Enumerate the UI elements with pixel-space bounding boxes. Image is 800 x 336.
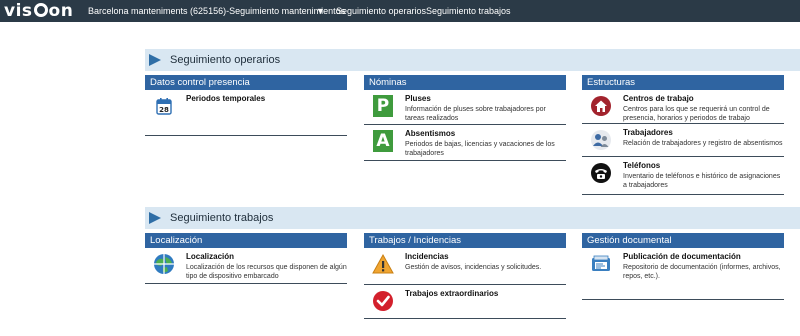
context-selector[interactable]: Barcelona manteniments (625156)-Seguimie… (88, 0, 345, 22)
column-header: Nóminas (364, 75, 566, 90)
column-header: Trabajos / Incidencias (364, 233, 566, 248)
section-header-trabajos: Seguimiento trabajos (145, 207, 800, 229)
item-description: Inventario de teléfonos e histórico de a… (623, 173, 781, 189)
column-datos-control-presencia: Datos control presencia 28 Periodos temp… (145, 75, 347, 136)
item-title: Trabajadores (623, 128, 673, 137)
item-title: Periodos temporales (186, 94, 266, 103)
menu-item-periodos-temporales[interactable]: 28 Periodos temporales (145, 90, 347, 136)
top-navigation-bar: vis on Barcelona manteniments (625156)-Se… (0, 0, 800, 22)
item-description: Gestión de avisos, incidencias y solicit… (405, 264, 542, 271)
checkmark-icon (372, 290, 394, 312)
menu-item-pluses[interactable]: P Pluses Información de pluses sobre tra… (364, 90, 566, 125)
column-header: Estructuras (582, 75, 784, 90)
nav-seguimiento-trabajos[interactable]: Seguimiento trabajos (426, 0, 511, 22)
logo-text: vis on (4, 1, 74, 21)
menu-item-telefonos[interactable]: Teléfonos Inventario de teléfonos e hist… (582, 157, 784, 195)
telephone-icon (590, 162, 612, 184)
globe-icon (153, 253, 175, 275)
item-description: Repositorio de documentación (informes, … (623, 264, 781, 280)
item-title: Absentismos (405, 129, 456, 138)
workplace-icon (590, 95, 612, 117)
menu-item-trabajos-extraordinarios[interactable]: Trabajos extraordinarios (364, 285, 566, 319)
menu-item-absentismos[interactable]: A Absentismos Periodos de bajas, licenci… (364, 125, 566, 161)
section-arrow-icon (149, 212, 161, 224)
calendar-icon: 28 (153, 95, 175, 117)
item-description: Relación de trabajadores y registro de a… (623, 140, 783, 147)
item-description: Centros para los que se requerirá un con… (623, 106, 770, 122)
documents-icon (590, 253, 612, 275)
item-description: Información de pluses sobre trabajadores… (405, 106, 546, 122)
item-description: Periodos de bajas, licencias y vacacione… (405, 141, 555, 157)
caret-down-icon[interactable]: ▼ (316, 0, 325, 22)
column-header: Datos control presencia (145, 75, 347, 90)
letter-a-icon: A (372, 130, 394, 152)
letter-p-icon: P (372, 95, 394, 117)
nav-seguimiento-operarios[interactable]: Seguimiento operarios (336, 0, 426, 22)
item-title: Pluses (405, 94, 431, 103)
column-trabajos-incidencias: Trabajos / Incidencias Incidencias Gesti… (364, 233, 566, 319)
section-title: Seguimiento trabajos (170, 212, 274, 224)
section-arrow-icon (149, 54, 161, 66)
item-description: Localización de los recursos que dispone… (186, 264, 347, 280)
item-title: Centros de trabajo (623, 94, 694, 103)
workers-icon (590, 129, 612, 151)
item-title: Localización (186, 252, 235, 261)
vision-logo[interactable]: vis on (4, 1, 73, 21)
svg-text:28: 28 (159, 106, 169, 114)
item-title: Trabajos extraordinarios (405, 289, 499, 298)
column-gestion-documental: Gestión documental Publicación de docume… (582, 233, 784, 300)
menu-item-incidencias[interactable]: Incidencias Gestión de avisos, incidenci… (364, 248, 566, 285)
logo-ring-icon (33, 3, 48, 17)
item-title: Teléfonos (623, 161, 661, 170)
menu-item-localizacion[interactable]: Localización Localización de los recurso… (145, 248, 347, 284)
column-estructuras: Estructuras Centros de trabajo Centros p… (582, 75, 784, 195)
section-title: Seguimiento operarios (170, 54, 281, 66)
menu-item-centros-de-trabajo[interactable]: Centros de trabajo Centros para los que … (582, 90, 784, 124)
column-nominas: Nóminas P Pluses Información de pluses s… (364, 75, 566, 161)
column-header: Localización (145, 233, 347, 248)
column-localizacion: Localización Localización Localización d… (145, 233, 347, 284)
warning-icon (372, 253, 394, 275)
menu-item-trabajadores[interactable]: Trabajadores Relación de trabajadores y … (582, 124, 784, 157)
item-title: Incidencias (405, 252, 449, 261)
column-header: Gestión documental (582, 233, 784, 248)
item-title: Publicación de documentación (623, 252, 741, 261)
section-header-operarios: Seguimiento operarios (145, 49, 800, 71)
menu-item-publicacion-documentacion[interactable]: Publicación de documentación Repositorio… (582, 248, 784, 300)
